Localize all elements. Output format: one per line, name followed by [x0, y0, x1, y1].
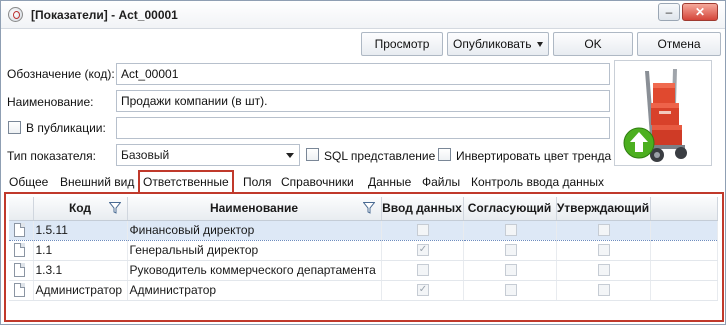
app-icon[interactable] — [8, 7, 23, 22]
code-field[interactable]: Act_00001 — [116, 63, 610, 85]
table-row[interactable]: 1.3.1 Руководитель коммерческого департа… — [9, 260, 718, 281]
data-entry-checkbox[interactable] — [417, 264, 429, 276]
responsible-grid-panel: Код Наименование Ввод данных Согласующий… — [4, 192, 724, 322]
data-entry-checkbox[interactable]: ✓ — [417, 244, 429, 256]
cell-code[interactable]: Администратор — [33, 280, 128, 301]
responsible-grid: Код Наименование Ввод данных Согласующий… — [9, 197, 718, 301]
publish-button-label: Опубликовать — [453, 37, 532, 51]
hand-truck-with-boxes-and-upload-arrow-icon — [623, 69, 687, 162]
column-header-confirmer[interactable]: Утверждающий — [556, 197, 651, 221]
confirmer-checkbox[interactable] — [598, 284, 610, 296]
window-title: [Показатели] - Act_00001 — [31, 8, 178, 22]
document-icon — [14, 223, 25, 238]
approver-checkbox[interactable] — [504, 264, 517, 276]
tab-fields[interactable]: Поля — [243, 175, 272, 189]
table-row[interactable]: Администратор Администратор ✓ — [9, 280, 718, 301]
tab-files[interactable]: Файлы — [422, 175, 460, 189]
publication-checkbox[interactable] — [8, 121, 21, 134]
sql-view-checkbox[interactable] — [306, 148, 319, 161]
indicator-type-label: Тип показателя: — [7, 149, 96, 163]
column-header-data-entry[interactable]: Ввод данных — [381, 197, 464, 221]
cell-name[interactable]: Руководитель коммерческого департамента — [127, 260, 382, 281]
cell-code[interactable]: 1.1 — [33, 240, 128, 261]
table-row[interactable]: 1.1 Генеральный директор ✓ — [9, 240, 718, 261]
approver-checkbox[interactable] — [504, 284, 517, 296]
indicator-type-value: Базовый — [121, 148, 170, 162]
column-header-approver[interactable]: Согласующий — [463, 197, 557, 221]
ok-button[interactable]: OK — [553, 32, 633, 56]
invert-color-checkbox[interactable] — [438, 148, 451, 161]
cell-name[interactable]: Администратор — [127, 280, 382, 301]
tab-general[interactable]: Общее — [9, 175, 48, 189]
title-bar: [Показатели] - Act_00001 – ✕ — [1, 1, 725, 29]
cell-name[interactable]: Генеральный директор — [127, 240, 382, 261]
tab-data[interactable]: Данные — [368, 175, 411, 189]
approver-checkbox[interactable] — [504, 244, 517, 256]
cell-name[interactable]: Финансовый директор — [127, 219, 382, 241]
invert-color-label: Инвертировать цвет тренда — [456, 149, 612, 163]
confirmer-checkbox[interactable] — [598, 244, 610, 256]
tab-directories[interactable]: Справочники — [281, 175, 354, 189]
publication-field[interactable] — [116, 117, 610, 139]
indicator-type-select[interactable]: Базовый — [116, 144, 300, 166]
filter-icon[interactable] — [362, 202, 375, 214]
indicator-image[interactable] — [614, 60, 712, 166]
data-entry-checkbox[interactable]: ✓ — [417, 284, 429, 296]
row-indicator-header — [9, 197, 34, 221]
column-header-code[interactable]: Код — [33, 197, 128, 221]
document-icon — [14, 283, 25, 298]
table-row[interactable]: 1.5.11 Финансовый директор — [9, 219, 718, 241]
column-header-name[interactable]: Наименование — [127, 197, 382, 221]
tab-appearance[interactable]: Внешний вид — [60, 175, 134, 189]
preview-button[interactable]: Просмотр — [361, 32, 443, 56]
empty-header — [650, 197, 718, 221]
minimize-button[interactable]: – — [658, 3, 680, 21]
publication-label: В публикации: — [26, 121, 106, 135]
document-icon — [14, 263, 25, 278]
approver-checkbox[interactable] — [504, 224, 517, 236]
confirmer-checkbox[interactable] — [598, 224, 610, 236]
chevron-down-icon — [286, 153, 294, 158]
grid-header-row: Код Наименование Ввод данных Согласующий… — [9, 197, 718, 221]
indicator-dialog: [Показатели] - Act_00001 – ✕ Просмотр Оп… — [0, 0, 726, 325]
name-label: Наименование: — [7, 95, 94, 109]
name-field[interactable]: Продажи компании (в шт). — [116, 90, 610, 112]
cell-code[interactable]: 1.5.11 — [33, 219, 128, 241]
column-header-name-label: Наименование — [209, 201, 299, 216]
close-button[interactable]: ✕ — [682, 3, 718, 21]
confirmer-checkbox[interactable] — [598, 264, 610, 276]
cancel-button[interactable]: Отмена — [637, 32, 721, 56]
tab-input-control[interactable]: Контроль ввода данных — [471, 175, 604, 189]
document-icon — [14, 243, 25, 258]
tab-responsible[interactable]: Ответственные — [138, 170, 234, 193]
publish-button[interactable]: Опубликовать — [447, 32, 549, 56]
chevron-down-icon — [537, 42, 543, 47]
cell-code[interactable]: 1.3.1 — [33, 260, 128, 281]
code-label: Обозначение (код): — [7, 67, 115, 81]
sql-view-label: SQL представление — [324, 149, 436, 163]
filter-icon[interactable] — [108, 202, 121, 214]
column-header-code-label: Код — [68, 201, 92, 216]
data-entry-checkbox[interactable] — [417, 224, 429, 236]
